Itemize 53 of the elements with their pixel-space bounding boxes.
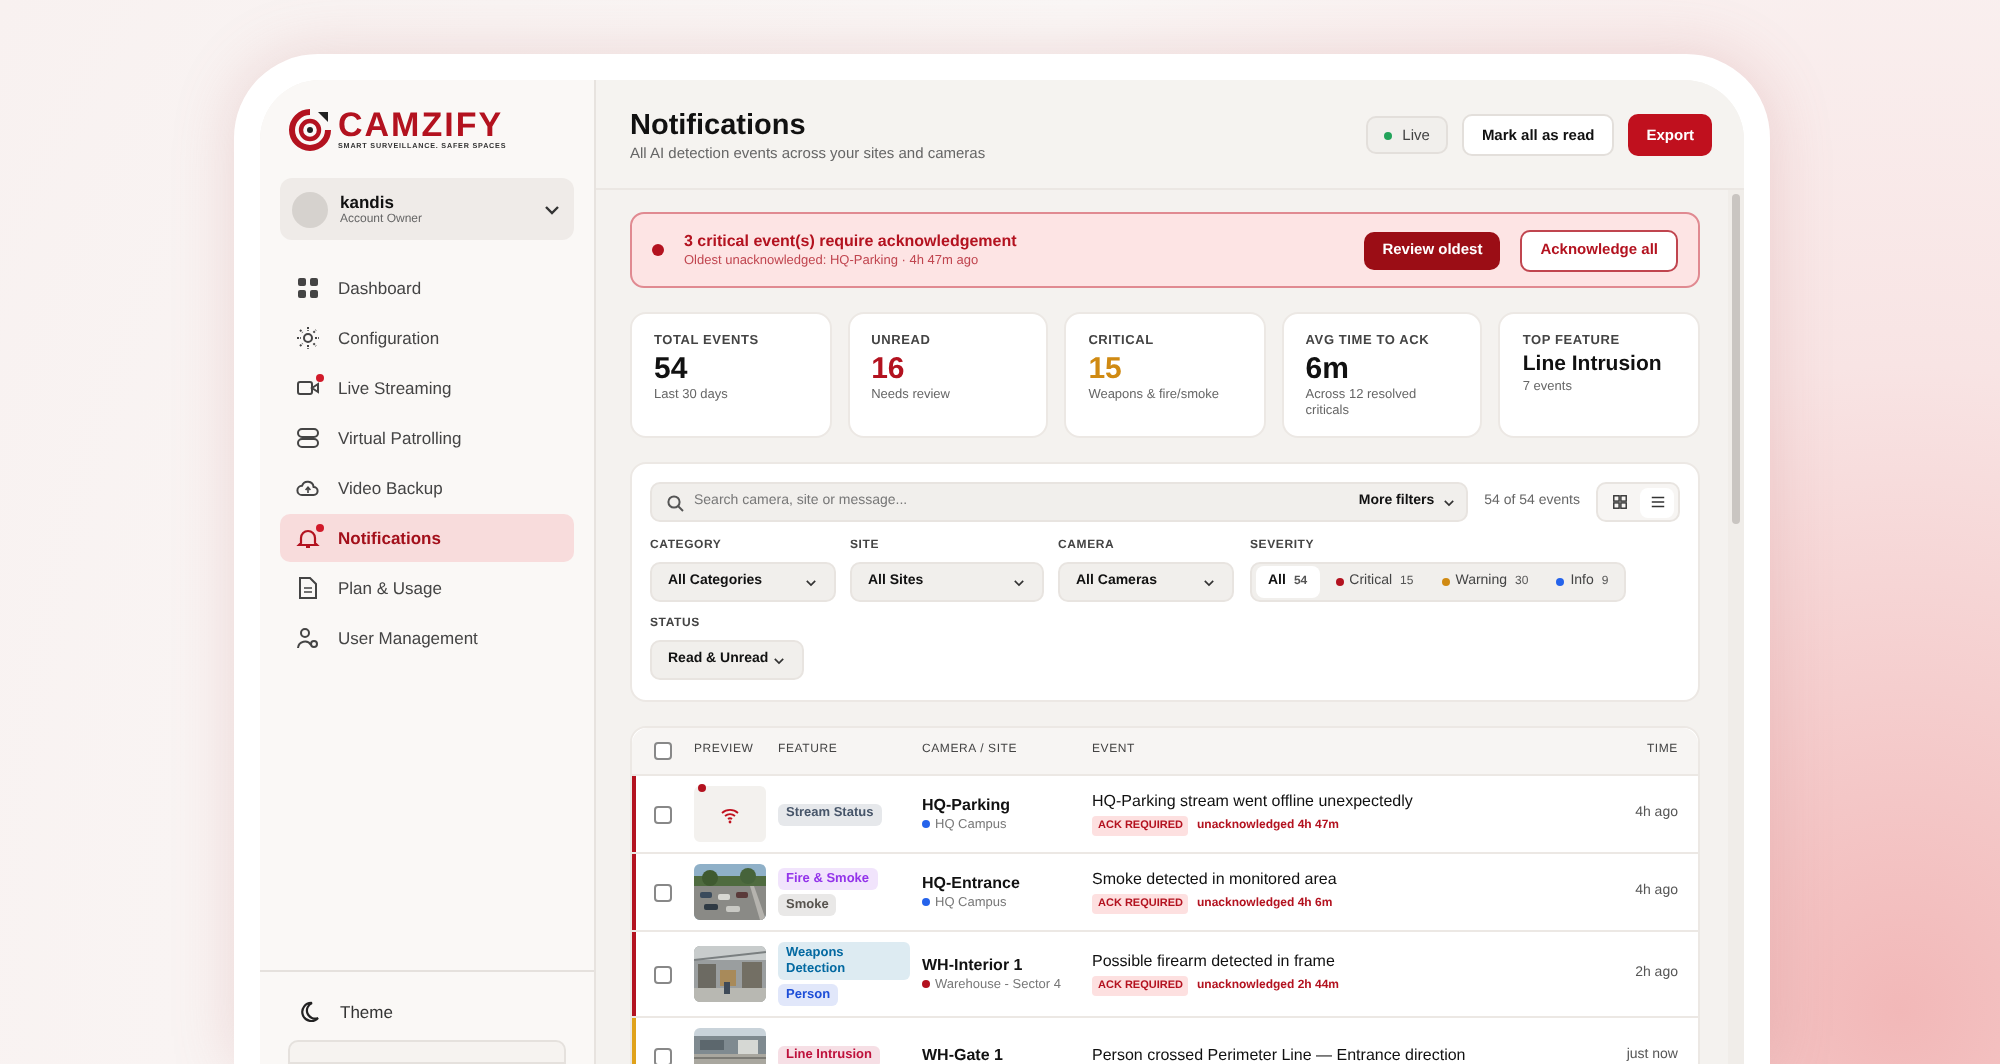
chevron-down-icon xyxy=(1012,575,1026,589)
chevron-down-icon xyxy=(1202,575,1216,589)
camera-name: WH-Interior 1 xyxy=(922,955,1025,975)
chevron-down-icon xyxy=(804,575,818,589)
sidebar-item[interactable]: Dashboard xyxy=(280,264,574,312)
camera-name: HQ-Parking xyxy=(922,795,1013,815)
page-title: Notifications xyxy=(630,110,808,142)
chevron-down-icon xyxy=(1442,495,1457,509)
alert-title: 3 critical event(s) require acknowledgement xyxy=(684,230,1019,252)
moon-icon xyxy=(296,1000,320,1024)
grid-icon xyxy=(1611,494,1627,510)
sidebar-item[interactable]: Configuration xyxy=(280,314,574,362)
event-message: Possible firearm detected in frame xyxy=(1092,951,1337,972)
scrollbar-thumb[interactable] xyxy=(1732,194,1740,524)
document-icon xyxy=(296,576,320,600)
list-view-button[interactable] xyxy=(1640,487,1674,517)
camera-name: WH-Gate 1 xyxy=(922,1046,1005,1064)
stat-value: 16 xyxy=(871,352,907,388)
sidebar-item[interactable]: Notifications xyxy=(280,514,574,562)
sidebar-item[interactable]: Virtual Patrolling xyxy=(280,414,574,462)
camera-name: HQ-Entrance xyxy=(922,873,1022,893)
select-all-checkbox[interactable] xyxy=(654,742,672,760)
sidebar-item[interactable]: Video Backup xyxy=(280,464,574,512)
bell-icon xyxy=(296,526,320,550)
sidebar-item[interactable]: Plan & Usage xyxy=(280,564,574,612)
cloud-upload-icon xyxy=(296,476,320,500)
avatar xyxy=(292,191,328,227)
event-message: Person crossed Perimeter Line — Entrance direction xyxy=(1092,1046,1468,1064)
wifi-icon xyxy=(720,805,740,823)
stat-value: 15 xyxy=(1088,352,1124,388)
search-icon xyxy=(666,493,684,511)
grid-icon xyxy=(296,276,320,300)
event-message: Smoke detected in monitored area xyxy=(1092,869,1339,890)
row-checkbox[interactable] xyxy=(654,965,672,983)
stat-value: 54 xyxy=(654,352,690,388)
stat-value: 6m xyxy=(1305,352,1351,388)
theme-label: Theme xyxy=(340,999,393,1025)
sidebar-item[interactable]: User Management xyxy=(280,614,574,662)
stat-value: Line Intrusion xyxy=(1522,350,1664,380)
event-message: HQ-Parking stream went offline unexpectedly xyxy=(1092,791,1415,812)
server-icon xyxy=(296,426,320,450)
chevron-down-icon xyxy=(772,653,786,667)
camera-logo-icon xyxy=(288,108,332,152)
sidebar-item[interactable]: Live Streaming xyxy=(280,364,574,412)
row-checkbox[interactable] xyxy=(654,1047,672,1064)
brand-name: CAMZIFY xyxy=(338,108,504,142)
account-name: kandis xyxy=(340,191,396,211)
users-icon xyxy=(296,626,320,650)
theme-toggle[interactable] xyxy=(288,1040,566,1064)
list-icon xyxy=(1649,494,1665,510)
video-camera-icon xyxy=(296,376,320,400)
row-checkbox[interactable] xyxy=(654,805,672,823)
row-checkbox[interactable] xyxy=(654,883,672,901)
